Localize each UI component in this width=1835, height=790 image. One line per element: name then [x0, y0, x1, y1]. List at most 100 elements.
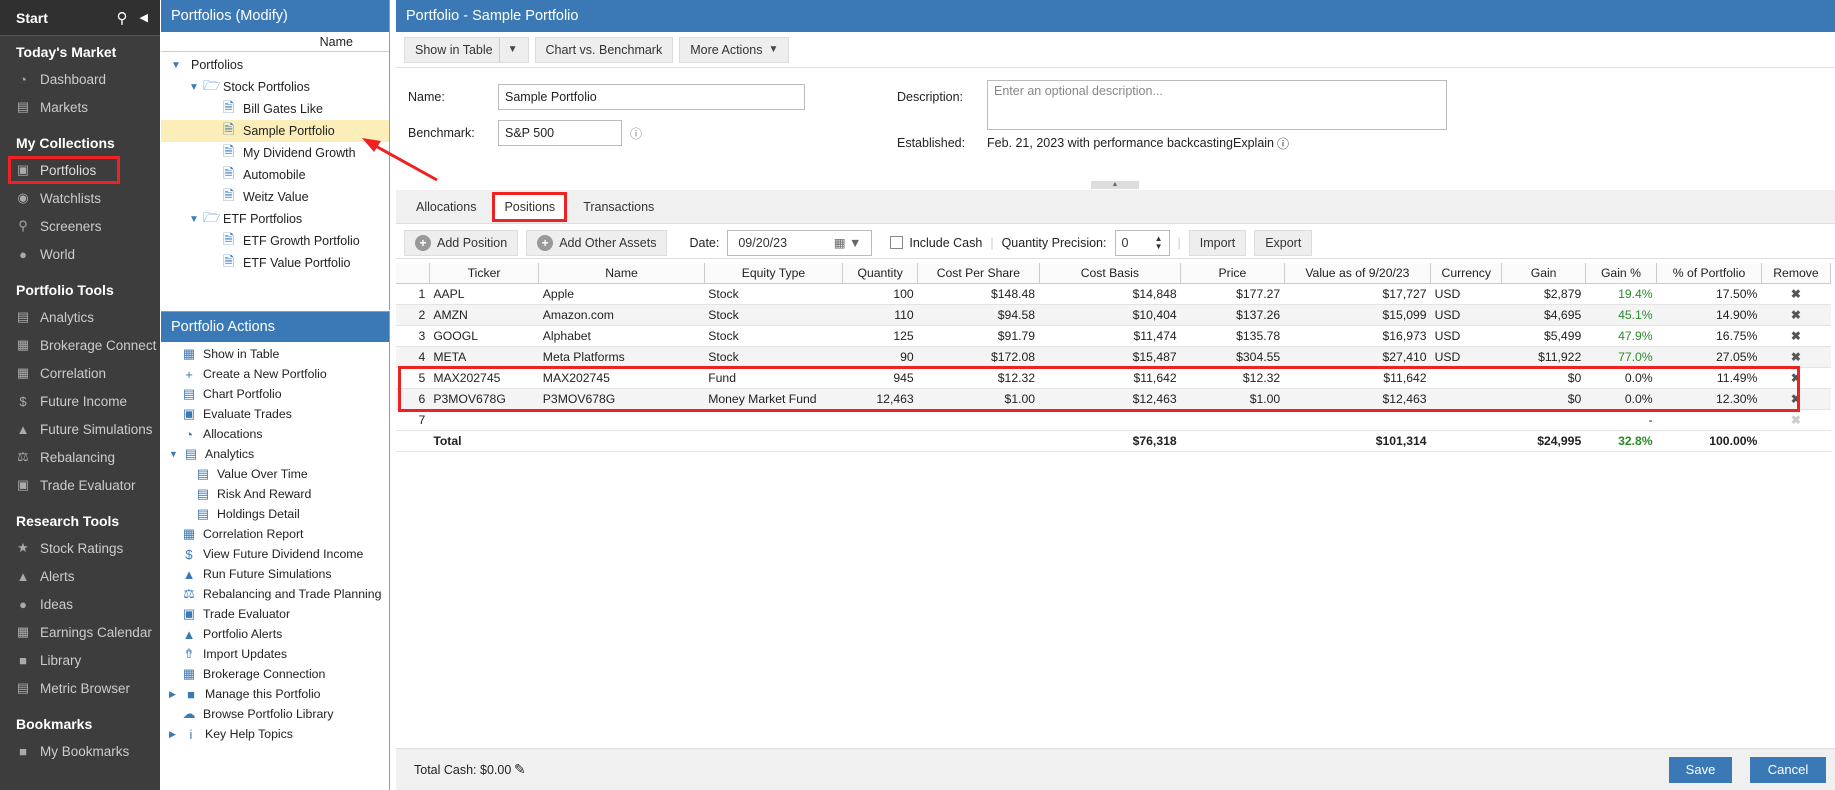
sidebar-item-my-bookmarks[interactable]: ■ My Bookmarks	[0, 737, 160, 765]
more-actions-button[interactable]: More Actions ▼	[679, 36, 790, 63]
sidebar-item-stock-ratings[interactable]: ★ Stock Ratings	[0, 534, 160, 562]
tree-item[interactable]: 🗎 My Dividend Growth	[161, 142, 389, 164]
action-chart-portfolio[interactable]: ▤ Chart Portfolio	[161, 384, 389, 404]
column-header[interactable]: Cost Per Share	[917, 263, 1040, 284]
action-view-future-dividend-income[interactable]: $ View Future Dividend Income	[161, 544, 389, 564]
sidebar-item-metric-browser[interactable]: ▤ Metric Browser	[0, 674, 160, 702]
table-row[interactable]: 6 P3MOV678G P3MOV678G Money Market Fund 12,4…	[396, 388, 1831, 410]
sidebar-item-watchlists[interactable]: ◉ Watchlists	[0, 184, 160, 212]
name-column-header[interactable]: Name	[161, 32, 389, 52]
action-correlation-report[interactable]: ▦ Correlation Report	[161, 524, 389, 544]
sidebar-item-alerts[interactable]: ▲ Alerts	[0, 562, 160, 590]
search-icon[interactable]: ⚲	[117, 9, 128, 27]
sidebar-item-future-income[interactable]: $ Future Income	[0, 387, 160, 415]
import-button[interactable]: Import	[1188, 229, 1247, 256]
chevron-down-icon[interactable]: ▼	[498, 37, 518, 62]
date-picker[interactable]: 09/20/23 ▦ ▼	[727, 229, 873, 256]
table-row-empty[interactable]: 7 - ✖	[396, 409, 1831, 431]
panel-splitter[interactable]: ▲	[1091, 181, 1139, 189]
remove-icon[interactable]: ✖	[1761, 367, 1831, 389]
tree-item[interactable]: 🗎 Automobile	[161, 164, 389, 186]
export-button[interactable]: Export	[1254, 229, 1313, 256]
include-cash-checkbox[interactable]: Include Cash	[890, 236, 982, 250]
sidebar-item-earnings-calendar[interactable]: ▦ Earnings Calendar	[0, 618, 160, 646]
expand-icon[interactable]: ▼	[169, 449, 181, 459]
chart-vs-benchmark-button[interactable]: Chart vs. Benchmark	[534, 36, 674, 63]
remove-icon[interactable]: ✖	[1761, 283, 1831, 305]
table-row[interactable]: 3 GOOGL Alphabet Stock 125 $91.79 $11,474 $135.…	[396, 325, 1831, 347]
info-icon[interactable]: ⓘ	[1277, 135, 1289, 152]
column-header[interactable]: Name	[538, 263, 705, 284]
save-button[interactable]: Save	[1669, 757, 1732, 783]
sidebar-item-world[interactable]: ● World	[0, 240, 160, 268]
column-header[interactable]: Price	[1180, 263, 1285, 284]
start-label[interactable]: Start	[16, 10, 117, 26]
description-field[interactable]: Enter an optional description...	[987, 80, 1447, 130]
tree-item[interactable]: 🗎 Sample Portfolio	[161, 120, 389, 142]
sidebar-item-brokerage-connect[interactable]: ▦ Brokerage Connect	[0, 331, 160, 359]
action-trade-evaluator[interactable]: ▣ Trade Evaluator	[161, 604, 389, 624]
column-header[interactable]: Ticker	[429, 263, 540, 284]
tab-allocations[interactable]: Allocations	[406, 194, 486, 220]
action-rebalancing-and-trade-planning[interactable]: ⚖ Rebalancing and Trade Planning	[161, 584, 389, 604]
action-allocations[interactable]: ◔ Allocations	[161, 424, 389, 444]
action-risk-and-reward[interactable]: ▤ Risk And Reward	[161, 484, 389, 504]
tree-root[interactable]: ▼ Portfolios	[161, 54, 389, 76]
action-manage-this-portfolio[interactable]: ▶ ■ Manage this Portfolio	[161, 684, 389, 704]
expand-icon[interactable]: ▼	[189, 82, 203, 93]
column-header[interactable]: Gain %	[1585, 263, 1658, 284]
collapse-arrow-icon[interactable]: ◀	[140, 11, 148, 24]
sidebar-item-trade-evaluator[interactable]: ▣ Trade Evaluator	[0, 471, 160, 499]
cancel-button[interactable]: Cancel	[1750, 757, 1826, 783]
remove-icon[interactable]: ✖	[1761, 325, 1831, 347]
sidebar-item-library[interactable]: ■ Library	[0, 646, 160, 674]
action-import-updates[interactable]: ⇮ Import Updates	[161, 644, 389, 664]
column-header[interactable]: Currency	[1430, 263, 1503, 284]
action-portfolio-alerts[interactable]: ▲ Portfolio Alerts	[161, 624, 389, 644]
info-icon[interactable]: ⓘ	[630, 125, 642, 142]
name-field[interactable]: Sample Portfolio	[498, 84, 805, 110]
column-header[interactable]: Gain	[1501, 263, 1586, 284]
column-header[interactable]: % of Portfolio	[1656, 263, 1762, 284]
checkbox-icon[interactable]	[890, 236, 904, 249]
table-row[interactable]: 1 AAPL Apple Stock 100 $148.48 $14,848 $177.27 $…	[396, 283, 1831, 305]
sidebar-item-correlation[interactable]: ▦ Correlation	[0, 359, 160, 387]
quantity-precision-stepper[interactable]: 0 ▲ ▼	[1114, 229, 1170, 256]
sidebar-item-screeners[interactable]: ⚲ Screeners	[0, 212, 160, 240]
table-row[interactable]: 2 AMZN Amazon.com Stock 110 $94.58 $10,404 $137…	[396, 304, 1831, 326]
tree-folder-etf[interactable]: ▼ 🗁 ETF Portfolios	[161, 208, 389, 230]
sidebar-item-rebalancing[interactable]: ⚖ Rebalancing	[0, 443, 160, 471]
remove-icon[interactable]: ✖	[1761, 346, 1831, 368]
sidebar-item-dashboard[interactable]: ◔ Dashboard	[0, 65, 160, 93]
tab-positions[interactable]: Positions	[492, 191, 568, 222]
column-header[interactable]: Equity Type	[704, 263, 844, 284]
column-header[interactable]	[396, 263, 430, 284]
column-header[interactable]: Cost Basis	[1039, 263, 1182, 284]
expand-icon[interactable]: ▼	[189, 214, 203, 225]
stepper-arrows-icon[interactable]: ▲ ▼	[1155, 234, 1163, 251]
action-key-help-topics[interactable]: ▶ i Key Help Topics	[161, 724, 389, 744]
expand-icon[interactable]: ▶	[169, 689, 181, 700]
action-evaluate-trades[interactable]: ▣ Evaluate Trades	[161, 404, 389, 424]
table-row[interactable]: 5 MAX202745 MAX202745 Fund 945 $12.32 $11,642 $…	[396, 367, 1831, 389]
table-row[interactable]: 4 META Meta Platforms Stock 90 $172.08 $15,487…	[396, 346, 1831, 368]
sidebar-item-markets[interactable]: ▤ Markets	[0, 93, 160, 121]
show-in-table-button[interactable]: Show in Table ▼	[404, 36, 529, 63]
benchmark-field[interactable]: S&P 500	[498, 120, 622, 146]
remove-icon[interactable]: ✖	[1761, 304, 1831, 326]
tree-item[interactable]: 🗎 Bill Gates Like	[161, 98, 389, 120]
sidebar-item-portfolios[interactable]: ▣ Portfolios	[8, 156, 120, 184]
column-header[interactable]: Remove	[1761, 263, 1832, 284]
column-header[interactable]: Quantity	[842, 263, 919, 284]
sidebar-item-ideas[interactable]: ● Ideas	[0, 590, 160, 618]
action-brokerage-connection[interactable]: ▦ Brokerage Connection	[161, 664, 389, 684]
calendar-icon[interactable]: ▦ ▼	[834, 231, 862, 255]
tree-item[interactable]: 🗎 ETF Value Portfolio	[161, 252, 389, 274]
remove-icon[interactable]: ✖	[1761, 388, 1831, 410]
action-run-future-simulations[interactable]: ▲ Run Future Simulations	[161, 564, 389, 584]
sidebar-item-future-simulations[interactable]: ▲ Future Simulations	[0, 415, 160, 443]
tree-folder-stock[interactable]: ▼ 🗁 Stock Portfolios	[161, 76, 389, 98]
expand-icon[interactable]: ▼	[171, 60, 185, 71]
add-position-button[interactable]: + Add Position	[404, 229, 519, 256]
action-analytics[interactable]: ▼ ▤ Analytics	[161, 444, 389, 464]
